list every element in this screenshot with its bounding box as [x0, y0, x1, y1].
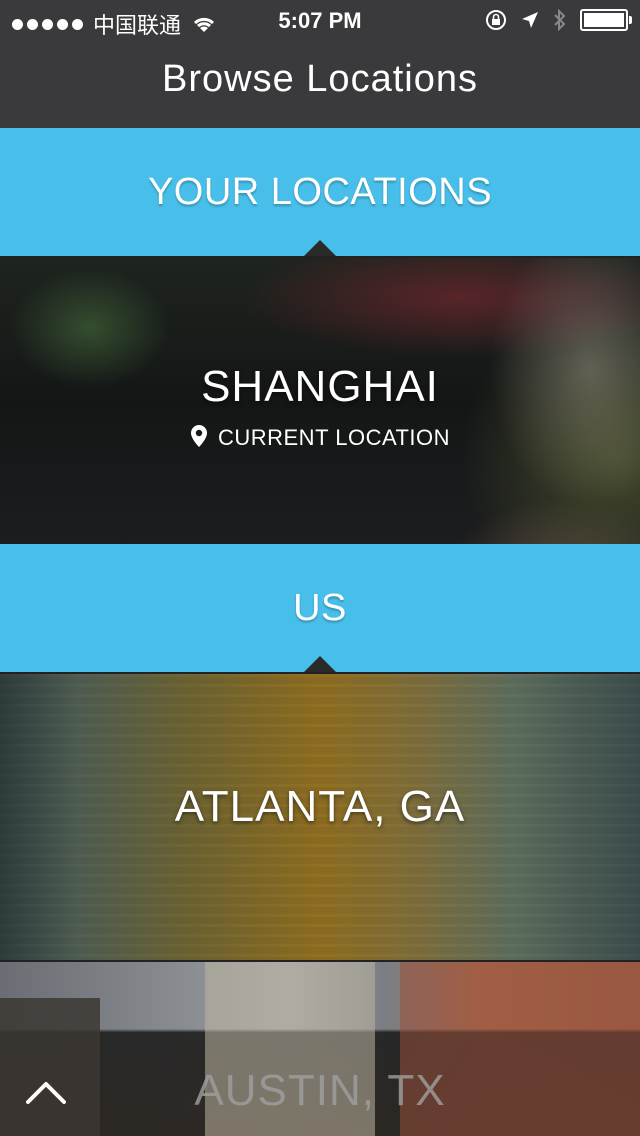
city-name: SHANGHAI — [201, 362, 439, 411]
city-name: ATLANTA, GA — [174, 782, 466, 831]
city-tile-atlanta[interactable]: ATLANTA, GA — [0, 672, 640, 962]
city-tile-shanghai[interactable]: SHANGHAI CURRENT LOCATION — [0, 256, 640, 546]
location-pin-icon — [190, 425, 207, 447]
location-services-icon — [522, 12, 538, 28]
rotation-lock-icon — [486, 10, 506, 30]
browse-locations-screen: 中国联通 5:07 PM Browse Locations YOUR LOCAT… — [0, 0, 640, 1136]
bluetooth-icon — [554, 8, 566, 32]
section-header-your-locations[interactable]: YOUR LOCATIONS — [0, 128, 640, 256]
section-label: US — [293, 587, 347, 629]
section-label: YOUR LOCATIONS — [147, 171, 493, 213]
page-title: Browse Locations — [162, 58, 478, 100]
chevron-up-icon[interactable] — [22, 1072, 70, 1112]
city-tile-austin[interactable]: AUSTIN, TX — [0, 960, 640, 1136]
status-bar: 中国联通 5:07 PM — [0, 0, 640, 40]
section-header-us[interactable]: US — [0, 544, 640, 672]
section-notch — [304, 656, 336, 672]
section-notch — [304, 240, 336, 256]
city-subtitle: CURRENT LOCATION — [217, 425, 451, 450]
top-bar: 中国联通 5:07 PM Browse Locations — [0, 0, 640, 128]
battery-icon — [580, 9, 632, 31]
city-name: AUSTIN, TX — [194, 1066, 446, 1115]
current-location-label: CURRENT LOCATION — [0, 424, 640, 451]
